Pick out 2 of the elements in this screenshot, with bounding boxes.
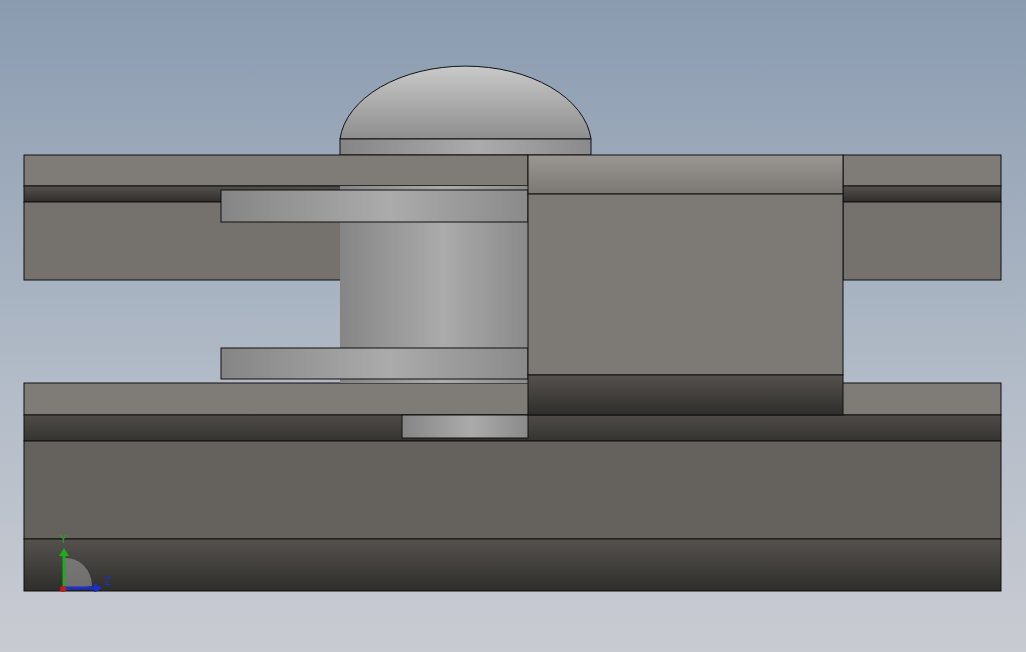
z-axis-label: Z [104, 576, 112, 588]
y-axis-label: Y [60, 534, 67, 546]
